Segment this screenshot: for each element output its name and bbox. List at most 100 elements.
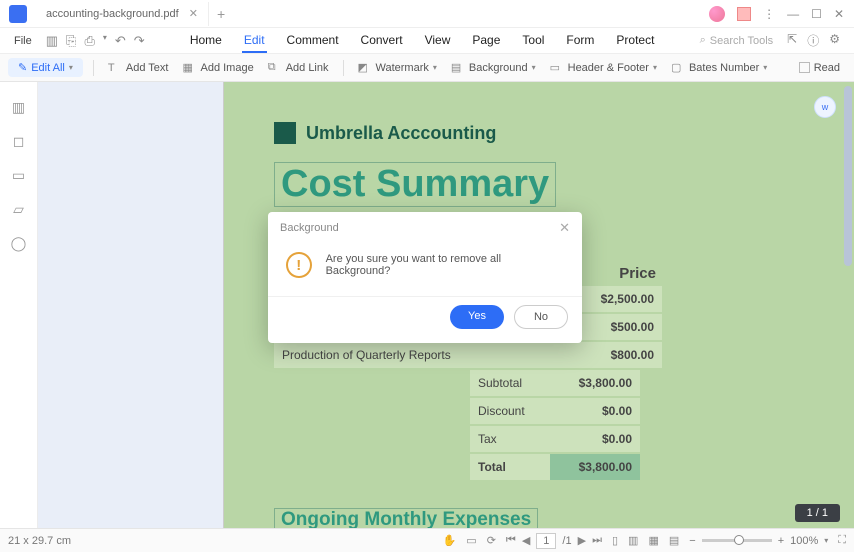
page-panel-icon[interactable]: ▱: [10, 200, 28, 218]
add-tab-button[interactable]: +: [209, 6, 233, 22]
edit-toolbar: ✎ Edit All ▾ TAdd Text ▦Add Image ⧉Add L…: [0, 54, 854, 82]
rotate-icon[interactable]: ⟳: [487, 534, 496, 547]
pdf-float-button[interactable]: w: [814, 96, 836, 118]
confirm-dialog: Background ✕ ! Are you sure you want to …: [268, 212, 582, 343]
summary-price: $3,800.00: [550, 370, 640, 396]
layout-two-page-icon[interactable]: ▦: [648, 534, 658, 547]
vertical-scrollbar[interactable]: [844, 86, 852, 266]
user-avatar-icon[interactable]: [709, 6, 725, 22]
summary-total-price: $3,800.00: [550, 454, 640, 480]
hand-tool-icon[interactable]: ✋: [443, 534, 457, 547]
prev-page-icon[interactable]: ◀: [522, 534, 530, 547]
settings-icon[interactable]: ⚙: [829, 32, 840, 49]
yes-button[interactable]: Yes: [450, 305, 504, 329]
summary-price: $0.00: [550, 426, 640, 452]
zoom-slider[interactable]: [702, 539, 772, 542]
search-tools[interactable]: ⌕ Search Tools: [700, 34, 774, 47]
page-navigator[interactable]: ⏮ ◀ 1 /1 ▶ ⏭: [506, 533, 602, 549]
add-link-button[interactable]: ⧉Add Link: [264, 61, 333, 74]
select-tool-icon[interactable]: ▭: [466, 534, 476, 547]
summary-label: Discount: [470, 398, 550, 424]
thumbnails-icon[interactable]: ▥: [10, 98, 28, 116]
page-dimensions: 21 x 29.7 cm: [8, 535, 71, 547]
add-text-button[interactable]: TAdd Text: [104, 62, 173, 74]
redo-icon[interactable]: ↷: [134, 33, 145, 49]
menu-convert[interactable]: Convert: [359, 29, 405, 53]
attachment-icon[interactable]: ▭: [10, 166, 28, 184]
qat-more-icon[interactable]: ▾: [103, 33, 107, 49]
minimize-icon[interactable]: —: [787, 7, 799, 21]
read-mode-toggle[interactable]: Read: [799, 62, 840, 74]
chevron-down-icon: ▾: [69, 63, 73, 72]
pencil-icon: ✎: [18, 61, 27, 74]
page-total: /1: [562, 535, 571, 547]
doc-title: Cost Summary: [274, 162, 556, 207]
text-icon: T: [108, 62, 122, 74]
menu-protect[interactable]: Protect: [614, 29, 656, 53]
last-page-icon[interactable]: ⏭: [592, 534, 602, 547]
undo-icon[interactable]: ↶: [115, 33, 126, 49]
notification-icon[interactable]: [737, 7, 751, 21]
menu-view[interactable]: View: [423, 29, 453, 53]
printer-icon[interactable]: ⎙: [84, 33, 94, 49]
col-price-header: Price: [572, 261, 662, 286]
layout-continuous-icon[interactable]: ▥: [628, 534, 638, 547]
warning-icon: !: [286, 252, 312, 278]
menu-tool[interactable]: Tool: [520, 29, 546, 53]
save-icon[interactable]: ⎘: [66, 33, 76, 49]
menu-edit[interactable]: Edit: [242, 29, 267, 53]
zoom-in-icon[interactable]: +: [778, 535, 784, 547]
row-price: $2,500.00: [572, 286, 662, 312]
menu-home[interactable]: Home: [188, 29, 224, 53]
search-icon: ⌕: [700, 34, 706, 47]
row-name: Production of Quarterly Reports: [274, 342, 572, 368]
status-bar: 21 x 29.7 cm ✋ ▭ ⟳ ⏮ ◀ 1 /1 ▶ ⏭ ▯ ▥ ▦ ▤ …: [0, 528, 854, 552]
zoom-control[interactable]: − + 100% ▾: [689, 535, 828, 547]
background-button[interactable]: ▤Background▾: [447, 61, 540, 74]
menu-comment[interactable]: Comment: [285, 29, 341, 53]
menu-form[interactable]: Form: [564, 29, 596, 53]
layout-single-icon[interactable]: ▯: [612, 534, 618, 547]
bates-icon: ▢: [671, 61, 685, 74]
close-window-icon[interactable]: ✕: [834, 7, 844, 21]
document-tab[interactable]: accounting-background.pdf ✕: [36, 2, 209, 26]
background-icon: ▤: [451, 61, 465, 74]
image-icon: ▦: [182, 61, 196, 74]
link-icon: ⧉: [268, 61, 282, 74]
fit-page-icon[interactable]: ⛶: [838, 534, 846, 547]
close-tab-icon[interactable]: ✕: [189, 7, 198, 20]
bates-number-button[interactable]: ▢Bates Number▾: [667, 61, 771, 74]
dialog-title: Background: [280, 222, 339, 234]
kebab-menu-icon[interactable]: ⋮: [763, 7, 775, 21]
menu-page[interactable]: Page: [470, 29, 502, 53]
header-footer-icon: ▭: [550, 61, 564, 74]
next-page-icon[interactable]: ▶: [578, 534, 586, 547]
page-indicator-badge: 1 / 1: [795, 504, 840, 522]
edit-all-button[interactable]: ✎ Edit All ▾: [8, 58, 83, 77]
brand-name: Umbrella Acccounting: [306, 123, 496, 144]
summary-label: Tax: [470, 426, 550, 452]
left-sidebar: ▥ ◻ ▭ ▱ ◯: [0, 82, 38, 528]
open-icon[interactable]: ▥: [46, 33, 58, 49]
current-page-input[interactable]: 1: [536, 533, 556, 549]
bookmark-icon[interactable]: ◻: [10, 132, 28, 150]
app-icon: [0, 0, 36, 28]
title-bar: accounting-background.pdf ✕ + ⋮ — ☐ ✕: [0, 0, 854, 28]
share-icon[interactable]: ⇱: [787, 32, 797, 49]
help-icon[interactable]: ⓘ: [807, 32, 819, 49]
tab-title: accounting-background.pdf: [46, 8, 179, 20]
summary-label: Subtotal: [470, 370, 550, 396]
add-image-button[interactable]: ▦Add Image: [178, 61, 257, 74]
file-menu[interactable]: File: [6, 33, 40, 49]
zoom-out-icon[interactable]: −: [689, 535, 695, 547]
layout-book-icon[interactable]: ▤: [669, 534, 679, 547]
search-panel-icon[interactable]: ◯: [10, 234, 28, 252]
no-button[interactable]: No: [514, 305, 568, 329]
menu-bar: File ▥ ⎘ ⎙ ▾ ↶ ↷ Home Edit Comment Conve…: [0, 28, 854, 54]
dialog-close-icon[interactable]: ✕: [559, 220, 570, 236]
watermark-button[interactable]: ◩Watermark▾: [354, 61, 441, 74]
first-page-icon[interactable]: ⏮: [506, 534, 516, 547]
header-footer-button[interactable]: ▭Header & Footer▾: [546, 61, 661, 74]
watermark-icon: ◩: [358, 61, 372, 74]
maximize-icon[interactable]: ☐: [811, 7, 822, 21]
